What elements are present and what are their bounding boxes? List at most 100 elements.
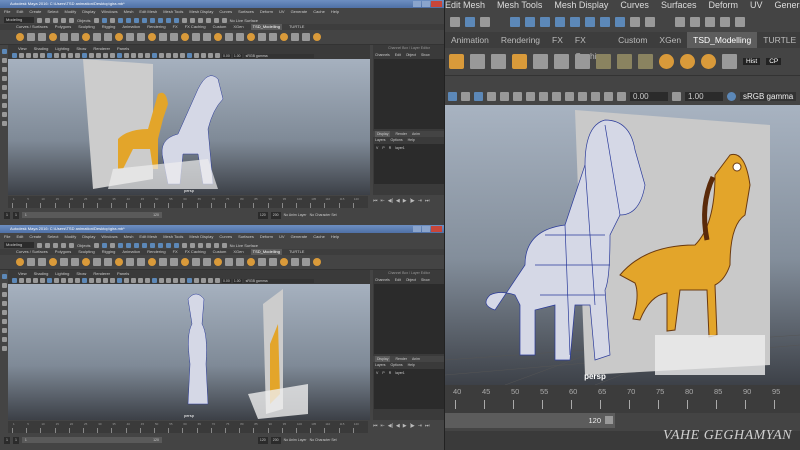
viewport-tool-icon[interactable] <box>19 53 24 58</box>
perspective-viewport[interactable]: persp <box>445 105 800 385</box>
sphere-icon[interactable] <box>701 54 716 69</box>
select-object-icon[interactable] <box>465 16 475 27</box>
shelf-tool-icon[interactable] <box>247 258 255 266</box>
menu-mesh-display[interactable]: Mesh Display <box>189 8 213 16</box>
max-field[interactable]: 200 <box>270 436 281 444</box>
channel-menu-show[interactable]: Show <box>421 277 430 283</box>
snap-vertex-icon[interactable] <box>600 16 610 27</box>
close-button[interactable] <box>431 1 442 7</box>
close-button[interactable] <box>431 226 442 232</box>
tool-icon[interactable] <box>1 49 7 54</box>
shelf-tool-icon[interactable] <box>82 258 90 266</box>
shelf-tab-sculpting[interactable]: Sculpting <box>78 24 94 30</box>
shelf-tool-icon[interactable] <box>159 33 167 41</box>
cylinders-icon[interactable] <box>617 54 632 69</box>
shelf-tab-turtle[interactable]: TURTLE <box>757 32 800 48</box>
panel-menu-renderer[interactable]: Renderer <box>93 270 110 277</box>
shelf-tool-icon[interactable] <box>159 258 167 266</box>
viewport-tool-icon[interactable] <box>152 278 157 283</box>
perspective-viewport[interactable]: persp <box>8 59 370 195</box>
menu-surfaces[interactable]: Surfaces <box>238 8 254 16</box>
shelf-tool-icon[interactable] <box>126 258 134 266</box>
menu-display[interactable]: Display <box>82 8 95 16</box>
tool-icon[interactable] <box>1 76 7 81</box>
shelf-tool-icon[interactable] <box>291 258 299 266</box>
file-icon[interactable] <box>53 242 58 248</box>
shelf-tool-icon[interactable] <box>280 258 288 266</box>
shelf-tool-icon[interactable] <box>49 33 57 41</box>
select-icon[interactable] <box>109 17 115 23</box>
shelf-tab-xgen[interactable]: XGen <box>653 32 687 48</box>
channel-menu-object[interactable]: Object <box>406 277 416 283</box>
snap-icon[interactable] <box>141 242 147 248</box>
layer-menu-help[interactable]: Help <box>408 362 415 368</box>
lock-icon[interactable] <box>630 16 640 27</box>
menu-select[interactable]: Select <box>47 8 58 16</box>
shelf-tool-icon[interactable] <box>291 33 299 41</box>
panel-menu-show[interactable]: Show <box>76 270 86 277</box>
viewport-tool-icon[interactable] <box>194 53 199 58</box>
layer-menu-layers[interactable]: Layers <box>375 137 386 143</box>
panel-menu-renderer[interactable]: Renderer <box>93 45 110 52</box>
snap-icon[interactable] <box>133 17 139 23</box>
light-icon[interactable] <box>500 92 509 101</box>
menu-edit-mesh[interactable]: Edit Mesh <box>139 8 157 16</box>
menu-mesh-display[interactable]: Mesh Display <box>189 233 213 241</box>
menu-file[interactable]: File <box>4 233 10 241</box>
image-plane-icon[interactable] <box>604 92 613 101</box>
viewport-tool-icon[interactable] <box>173 53 178 58</box>
tool-icon[interactable] <box>1 310 7 315</box>
layer-menu-layers[interactable]: Layers <box>375 362 386 368</box>
viewport-tool-icon[interactable] <box>33 278 38 283</box>
tool-icon[interactable] <box>1 292 7 297</box>
sphere-icon[interactable] <box>680 54 695 69</box>
viewport-tool-icon[interactable] <box>82 53 87 58</box>
viewport-tool-icon[interactable] <box>96 278 101 283</box>
magnet-icon[interactable] <box>221 17 227 23</box>
shelf-tool-icon[interactable] <box>236 33 244 41</box>
viewport-tool-icon[interactable] <box>201 53 206 58</box>
snap-projected-icon[interactable] <box>585 16 595 27</box>
shelf-tab-rigging[interactable]: Rigging <box>102 249 116 255</box>
shelf-tool-icon[interactable] <box>137 258 145 266</box>
file-icon[interactable] <box>37 242 42 248</box>
magnet-icon[interactable] <box>189 17 195 23</box>
isolate-icon[interactable] <box>565 92 574 101</box>
tool-icon[interactable] <box>1 346 7 351</box>
shelf-tool-icon[interactable] <box>280 33 288 41</box>
time-slider[interactable]: 1 5 10 15 20 25 30 35 40 45 50 55 60 65 70 75 80 85 90 95 10… <box>8 421 368 433</box>
layer-name[interactable]: layer1 <box>395 371 405 375</box>
shelf-tool-icon[interactable] <box>148 33 156 41</box>
gamma-field[interactable]: 1.00 <box>232 278 242 283</box>
shelf-tab-curves-surfaces[interactable]: Curves / Surfaces <box>16 24 48 30</box>
knife-icon[interactable] <box>533 54 548 69</box>
maximize-button[interactable] <box>422 226 430 232</box>
shelf-tab-rendering[interactable]: Rendering <box>495 32 546 48</box>
perspective-viewport[interactable]: persp <box>8 284 370 420</box>
magnet-icon[interactable] <box>720 16 730 27</box>
shelf-tool-icon[interactable] <box>71 258 79 266</box>
shelf-tab-fx[interactable]: FX <box>173 249 178 255</box>
gamma-field[interactable]: 1.00 <box>685 92 723 101</box>
snap-icon[interactable] <box>157 17 163 23</box>
motion-blur-icon[interactable] <box>539 92 548 101</box>
menu-modify[interactable]: Modify <box>65 8 77 16</box>
file-icon[interactable] <box>69 17 74 23</box>
shelf-tool-icon[interactable] <box>236 258 244 266</box>
viewport-tool-icon[interactable] <box>117 278 122 283</box>
viewport-tool-icon[interactable] <box>208 278 213 283</box>
snap-icon[interactable] <box>125 17 131 23</box>
viewport-tool-icon[interactable] <box>47 53 52 58</box>
end-field[interactable]: 120 <box>257 436 268 444</box>
play-forward-icon[interactable]: ▶ <box>403 423 407 429</box>
select-icon[interactable] <box>101 17 107 23</box>
magnet-icon[interactable] <box>189 242 195 248</box>
shelf-tab-fx-caching[interactable]: FX Caching <box>185 249 206 255</box>
exposure-field[interactable]: 0.00 <box>222 53 231 58</box>
viewport-tool-icon[interactable] <box>201 278 206 283</box>
exposure-field[interactable]: 0.00 <box>630 92 668 101</box>
xray-icon[interactable] <box>578 92 587 101</box>
menu-mesh-tools[interactable]: Mesh Tools <box>497 0 542 11</box>
magnet-icon[interactable] <box>205 242 211 248</box>
menu-display[interactable]: Display <box>82 233 95 241</box>
